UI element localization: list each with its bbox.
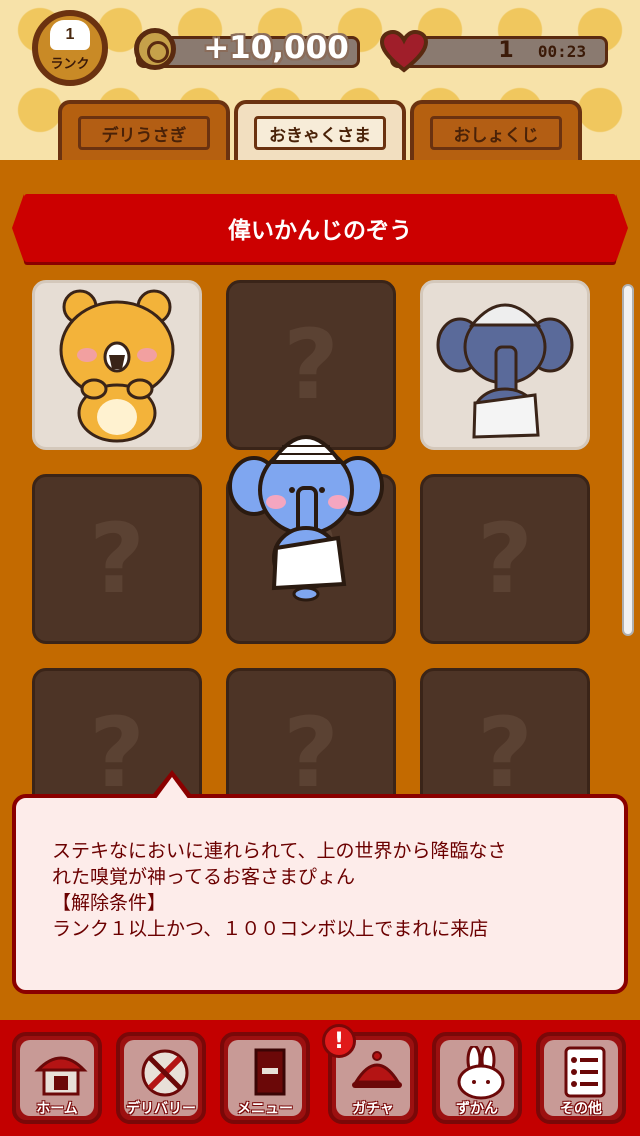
question-mark-icon: ? bbox=[477, 503, 533, 615]
scrollbar[interactable] bbox=[622, 284, 634, 636]
heart-icon bbox=[380, 30, 428, 73]
character-title: 偉いかんじのぞう bbox=[228, 218, 412, 244]
delivery-icon bbox=[141, 1049, 189, 1097]
rank-label: ランク bbox=[50, 57, 90, 72]
question-mark-icon: ? bbox=[89, 697, 145, 809]
question-mark-icon: ? bbox=[89, 503, 145, 615]
tab-meals[interactable]: おしょくじ bbox=[410, 100, 582, 160]
home-icon bbox=[34, 1056, 88, 1096]
nav-label: デリバリー bbox=[126, 1101, 196, 1117]
card-bear[interactable] bbox=[32, 280, 202, 450]
condition-text: ランク１以上かつ、１００コンボ以上でまれに来店 bbox=[52, 918, 489, 940]
character-title-ribbon: 偉いかんじのぞう bbox=[12, 194, 628, 262]
elephant-silhouette-icon bbox=[436, 303, 574, 439]
description-line: ステキなにおいに連れられて、上の世界から降臨なさ bbox=[52, 840, 507, 862]
list-icon bbox=[564, 1046, 606, 1098]
nav-label: メニュー bbox=[237, 1101, 293, 1117]
gacha-alert-badge: ! bbox=[322, 1024, 356, 1058]
description-line: れた嗅覚が神ってるお客さまぴょん bbox=[52, 866, 356, 888]
nav-label: ずかん bbox=[456, 1101, 498, 1117]
condition-header: 【解除条件】 bbox=[52, 892, 167, 914]
nav-encyclopedia-button[interactable]: ずかん bbox=[432, 1032, 522, 1124]
card-elephant[interactable] bbox=[420, 280, 590, 450]
description-text: ステキなにおいに連れられて、上の世界から降臨なさ れた嗅覚が神ってるお客さまぴょ… bbox=[52, 838, 612, 942]
question-mark-icon: ? bbox=[283, 309, 339, 421]
nav-home-button[interactable]: ホーム bbox=[12, 1032, 102, 1124]
coin-amount: +10,000 bbox=[203, 30, 349, 66]
life-timer: 00:23 bbox=[537, 42, 587, 61]
featured-elephant-icon bbox=[228, 435, 384, 602]
card-locked[interactable]: ? bbox=[420, 474, 590, 644]
tab-label: おしょくじ bbox=[430, 116, 562, 150]
nav-other-button[interactable]: その他 bbox=[536, 1032, 626, 1124]
menu-book-icon bbox=[254, 1048, 286, 1096]
cloche-icon bbox=[352, 1051, 402, 1088]
tab-label: おきゃくさま bbox=[254, 116, 386, 150]
bear-icon bbox=[59, 289, 175, 443]
rank-badge[interactable]: 1 ランク bbox=[32, 10, 108, 86]
nav-menu-button[interactable]: メニュー bbox=[220, 1032, 310, 1124]
nav-label: ガチャ bbox=[352, 1101, 394, 1117]
tab-label: デリうさぎ bbox=[78, 116, 210, 150]
card-locked[interactable]: ? bbox=[32, 474, 202, 644]
balloon-tail-inner bbox=[155, 777, 189, 800]
nav-delivery-button[interactable]: デリバリー bbox=[116, 1032, 206, 1124]
life-count: 1 bbox=[498, 38, 514, 63]
tab-delivery-rabbit[interactable]: デリうさぎ bbox=[58, 100, 230, 160]
rank-value: 1 bbox=[65, 26, 75, 43]
nav-label: ホーム bbox=[36, 1101, 78, 1117]
question-mark-icon: ? bbox=[477, 697, 533, 809]
rabbit-icon bbox=[457, 1046, 505, 1100]
nav-label: その他 bbox=[560, 1101, 602, 1117]
tab-customers[interactable]: おきゃくさま bbox=[234, 100, 406, 160]
coin-icon bbox=[134, 28, 176, 70]
question-mark-icon: ? bbox=[283, 697, 339, 809]
chef-hat-icon: 1 bbox=[50, 20, 90, 50]
